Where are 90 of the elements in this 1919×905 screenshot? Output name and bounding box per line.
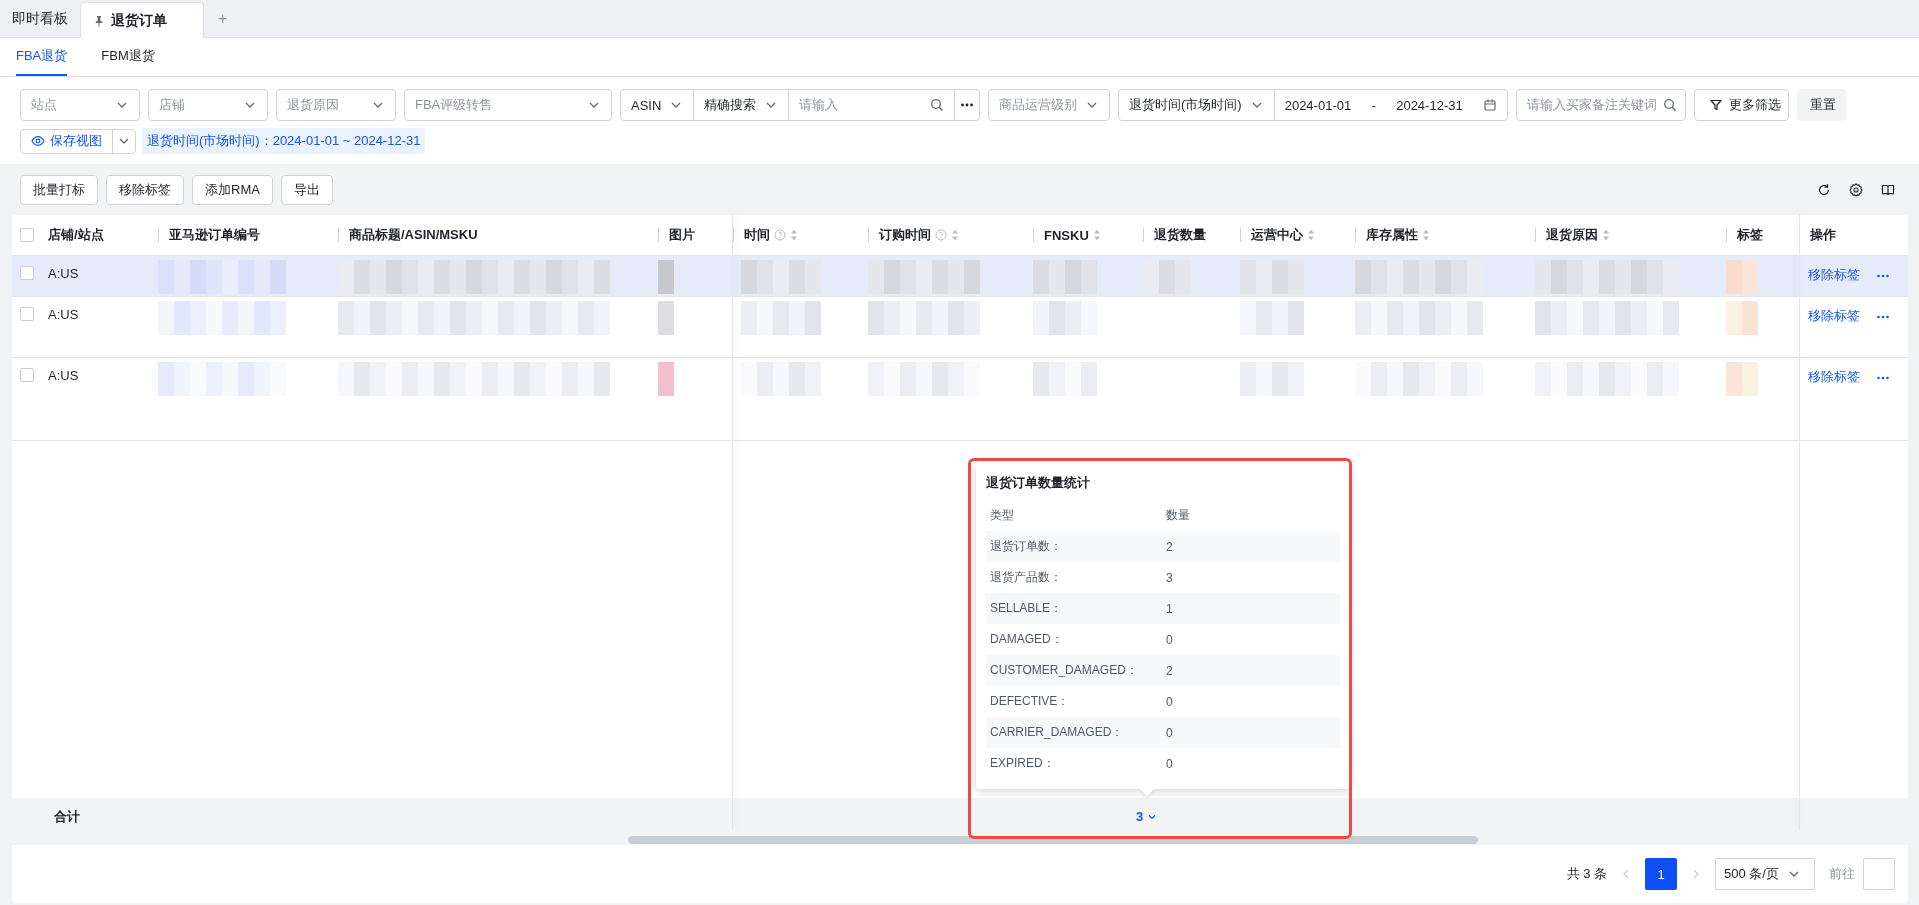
chevron-right-icon[interactable]	[1691, 868, 1701, 880]
remove-tag-link[interactable]: 移除标签	[1808, 307, 1860, 325]
page-size-select[interactable]: 500 条/页	[1715, 858, 1815, 890]
toolbar-button[interactable]: 移除标签	[106, 175, 184, 205]
column-header[interactable]: 操作	[1810, 226, 1836, 244]
table-cell-text: 退货产品数：	[989, 569, 1063, 586]
blurred-text	[658, 362, 674, 396]
column-header[interactable]: 店铺/站点	[48, 226, 104, 244]
eye-icon	[31, 134, 45, 148]
table-cell-text: CUSTOMER_DAMAGED：	[989, 662, 1139, 679]
table-cell: 0	[1166, 632, 1173, 647]
blurred-text	[658, 260, 674, 294]
sort-icon[interactable]	[951, 228, 959, 242]
table-cell-text: EXPIRED：	[989, 755, 1056, 772]
total-count: 共 3 条	[1566, 865, 1607, 883]
column-header[interactable]: 退货数量	[1154, 226, 1206, 244]
table-cell: A:US	[48, 307, 79, 322]
blurred-text	[1033, 260, 1097, 294]
funnel-icon	[1709, 98, 1723, 112]
page-tab[interactable]: 退货订单	[80, 2, 204, 38]
sort-icon[interactable]	[790, 228, 798, 242]
column-header[interactable]: 商品标题/ASIN/MSKU	[349, 226, 478, 244]
table-row[interactable]: A:US 移除标签	[12, 358, 1908, 441]
sort-icon[interactable]	[1602, 228, 1610, 242]
column-header[interactable]: 标签	[1737, 226, 1763, 244]
table-cell-text: SELLABLE：	[989, 600, 1064, 617]
goto-label: 前往	[1829, 865, 1855, 883]
refresh-icon[interactable]	[1817, 183, 1831, 197]
checkbox[interactable]	[20, 228, 34, 242]
column-header: 类型	[989, 507, 1015, 524]
table-cell: A:US	[48, 266, 79, 281]
blurred-text	[1240, 301, 1304, 335]
column-header[interactable]: 退货原因	[1546, 226, 1598, 244]
blurred-text	[1033, 301, 1097, 335]
checkbox[interactable]	[20, 266, 34, 280]
table-row[interactable]: A:US 移除标签	[12, 256, 1908, 297]
total-count-toggle[interactable]: 3	[1135, 809, 1158, 824]
table-row[interactable]: A:US 移除标签	[12, 297, 1908, 358]
table-cell: 0	[1166, 694, 1173, 709]
column-header[interactable]: 图片	[669, 226, 695, 244]
blurred-text	[1726, 301, 1758, 335]
blurred-text	[1033, 362, 1097, 396]
sort-icon[interactable]	[1092, 228, 1101, 242]
column-header[interactable]: 库存属性	[1366, 226, 1418, 244]
total-label: 合计	[54, 808, 80, 824]
sort-icon[interactable]	[1422, 228, 1430, 242]
toolbar-button[interactable]: 批量打标	[20, 175, 98, 205]
popover-title: 退货订单数量统计	[986, 474, 1091, 492]
table-cell-text: DAMAGED：	[989, 631, 1064, 648]
settings-icon[interactable]	[1849, 183, 1863, 197]
checkbox[interactable]	[20, 368, 34, 382]
table-cell-text: DEFECTIVE：	[989, 693, 1071, 710]
blurred-text	[1726, 362, 1758, 396]
column-header[interactable]: 亚马逊订单编号	[169, 226, 260, 244]
match-mode-select[interactable]: 精确搜索	[694, 90, 790, 120]
blurred-text	[1240, 362, 1304, 396]
remove-tag-link[interactable]: 移除标签	[1808, 368, 1860, 386]
book-icon[interactable]	[1881, 183, 1895, 197]
toolbar-button[interactable]: 添加RMA	[192, 175, 273, 205]
chevron-left-icon[interactable]	[1621, 868, 1631, 880]
page-tab[interactable]: 即时看板	[0, 0, 80, 37]
table-cell-text: 退货订单数：	[989, 538, 1063, 555]
sub-tab[interactable]: FBM退货	[101, 38, 155, 76]
checkbox[interactable]	[20, 307, 34, 321]
table-cell: 2	[1166, 539, 1173, 554]
toolbar-button[interactable]: 导出	[280, 175, 333, 205]
page-input[interactable]	[1863, 858, 1895, 890]
column-header[interactable]: 时间	[744, 226, 770, 244]
more-filters-button[interactable]: 更多筛选	[1694, 89, 1789, 121]
search-icon	[1663, 98, 1677, 112]
column-header: 数量	[1166, 507, 1190, 524]
table-cell: 0	[1166, 725, 1173, 740]
table-cell: 1	[1166, 601, 1173, 616]
column-header[interactable]: 运营中心	[1251, 226, 1303, 244]
blurred-text	[1726, 260, 1758, 294]
filter-tag[interactable]: 退货时间(市场时间)：2024-01-01 ~ 2024-12-31	[142, 128, 426, 154]
field-select[interactable]: ASIN	[621, 90, 695, 120]
table-cell-text: CARRIER_DAMAGED：	[989, 724, 1125, 741]
table-cell: 3	[1166, 570, 1173, 585]
search-icon	[930, 98, 944, 112]
table-cell: A:US	[48, 368, 79, 383]
page-button[interactable]: 1	[1645, 858, 1677, 890]
column-header[interactable]: 订购时间	[879, 226, 931, 244]
column-header[interactable]: FNSKU	[1044, 227, 1089, 243]
table-cell: 0	[1166, 756, 1173, 771]
remove-tag-link[interactable]: 移除标签	[1808, 266, 1860, 284]
reset-button[interactable]: 重置	[1797, 89, 1846, 121]
sort-icon[interactable]	[1307, 228, 1315, 242]
blurred-text	[658, 301, 674, 335]
table-cell: 2	[1166, 663, 1173, 678]
